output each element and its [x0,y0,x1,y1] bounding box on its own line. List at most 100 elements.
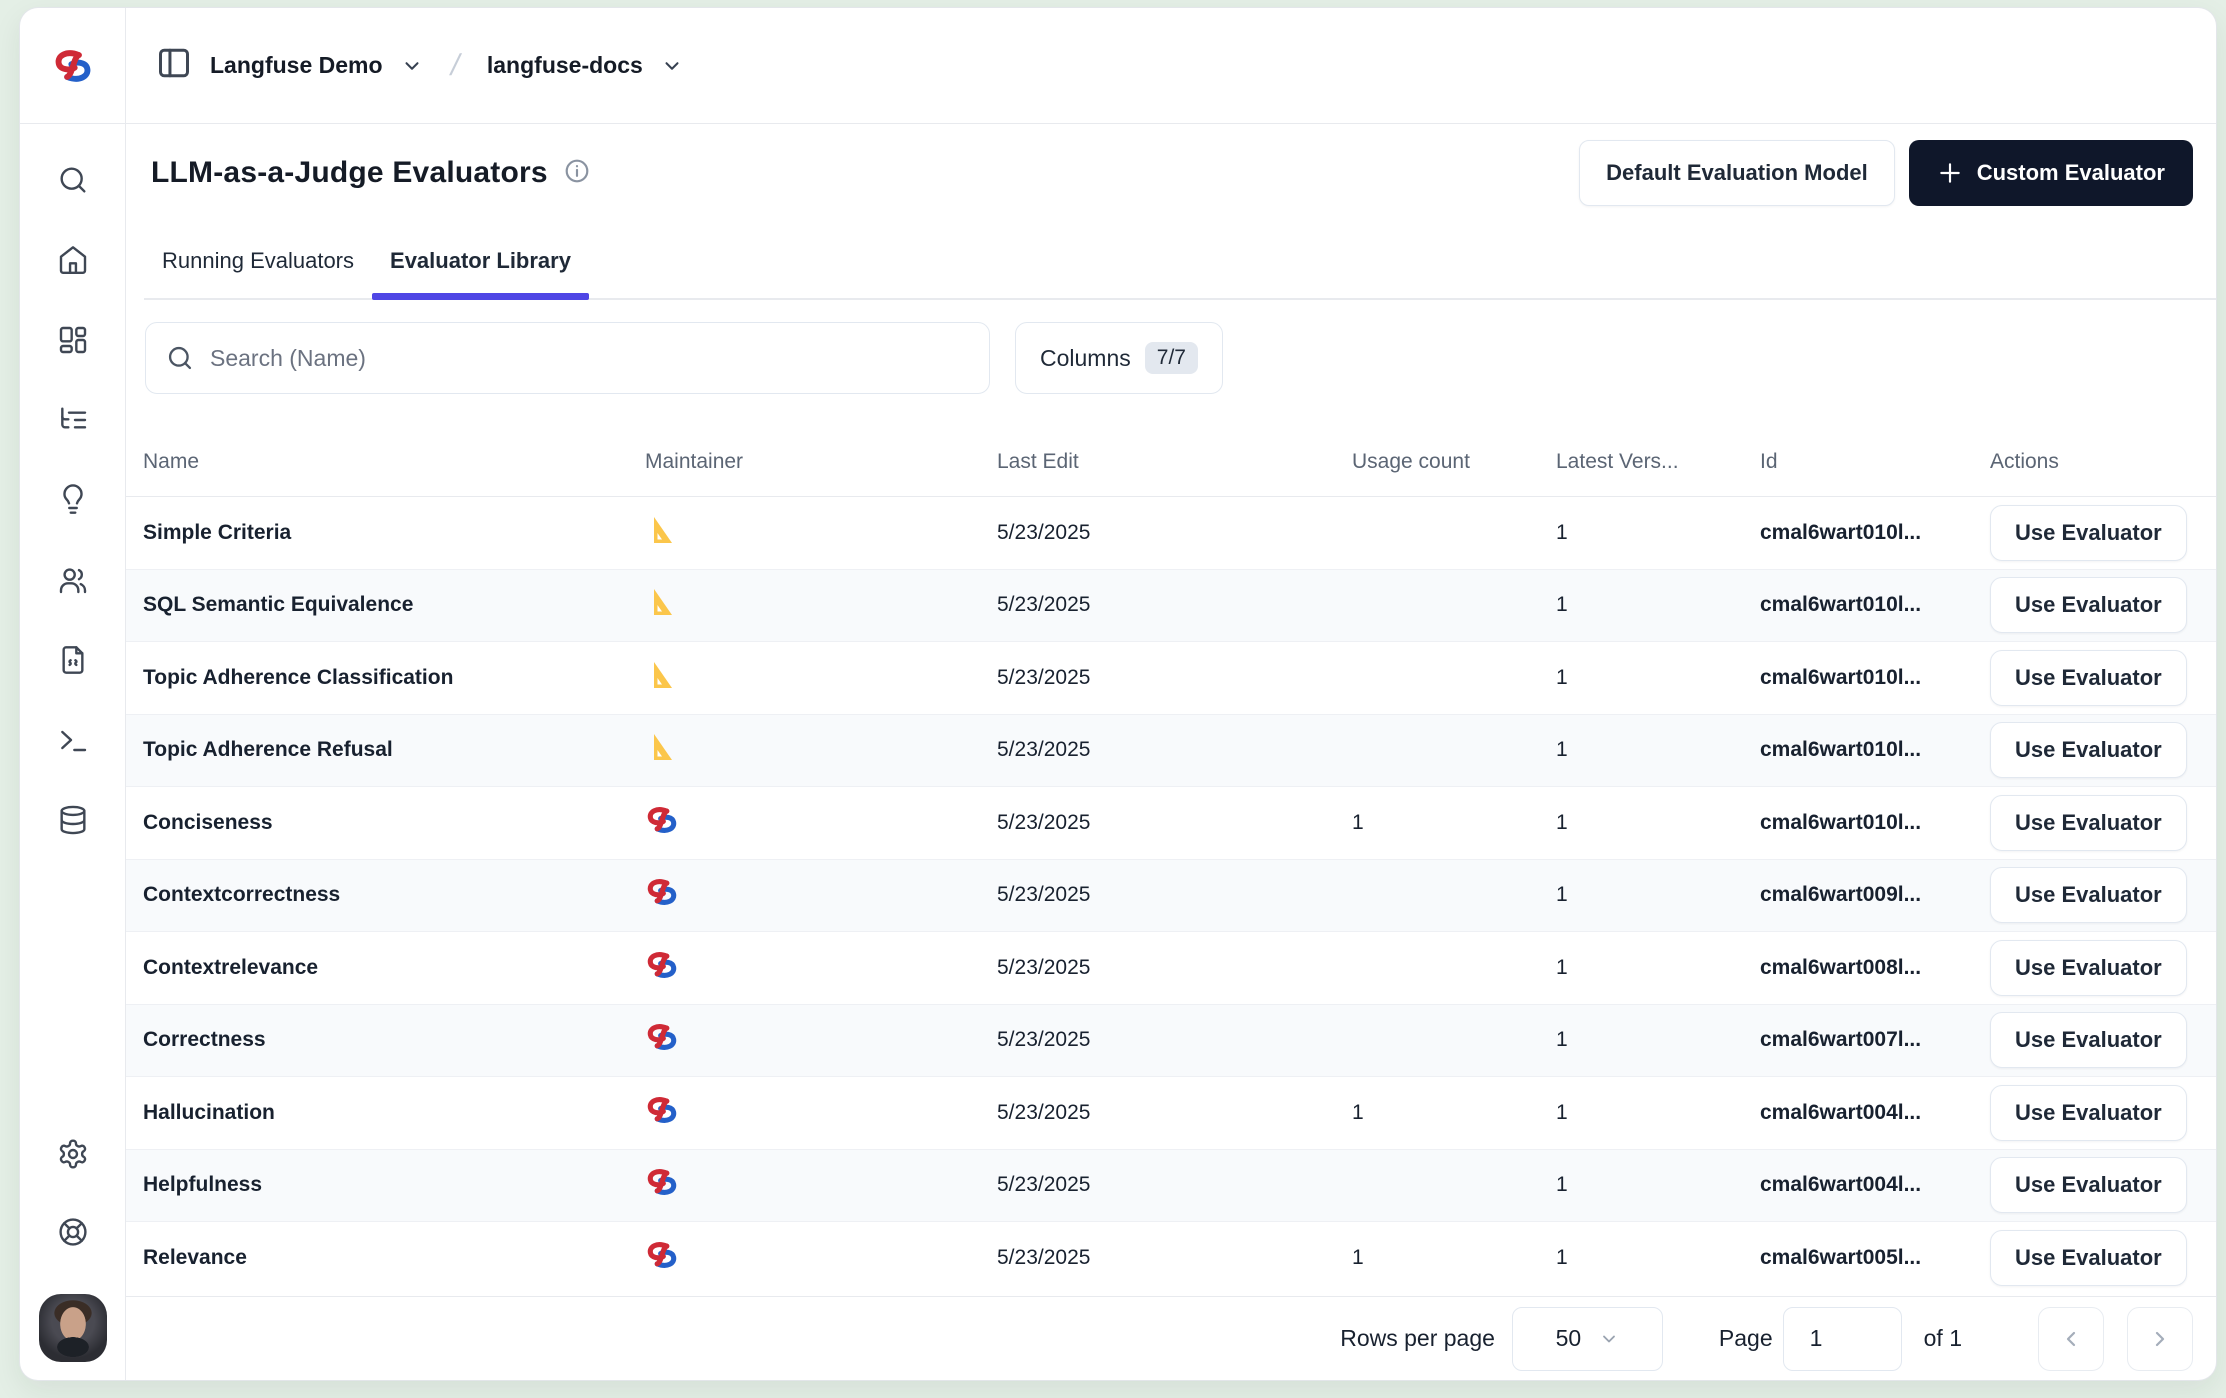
use-evaluator-button[interactable]: Use Evaluator [1990,867,2187,923]
home-icon[interactable] [57,244,89,276]
evaluator-id: cmal6wart008l... [1760,956,1990,980]
usage-count: 1 [1352,1246,1556,1270]
page-label: Page [1719,1325,1773,1352]
table-row[interactable]: Topic Adherence Refusal5/23/20251cmal6wa… [126,715,2216,788]
use-evaluator-button[interactable]: Use Evaluator [1990,1085,2187,1141]
page-number-input[interactable] [1783,1307,1902,1371]
columns-count-badge: 7/7 [1145,342,1198,374]
search-box [145,322,990,394]
tab-running-evaluators[interactable]: Running Evaluators [144,240,372,298]
chevron-down-icon[interactable] [661,55,683,77]
langfuse-logo[interactable] [20,8,125,124]
last-edit: 5/23/2025 [997,1246,1352,1270]
previous-page-button[interactable] [2038,1307,2104,1371]
actions-cell: Use Evaluator [1990,1157,2216,1213]
tabs: Running Evaluators Evaluator Library [144,240,2216,300]
evaluator-name: Contextrelevance [143,956,645,980]
last-edit: 5/23/2025 [997,521,1352,545]
table-row[interactable]: Contextcorrectness5/23/20251cmal6wart009… [126,860,2216,933]
table-row[interactable]: Hallucination5/23/202511cmal6wart004l...… [126,1077,2216,1150]
actions-cell: Use Evaluator [1990,1012,2216,1068]
last-edit: 5/23/2025 [997,1173,1352,1197]
maintainer-ragas-icon [645,513,997,553]
use-evaluator-button[interactable]: Use Evaluator [1990,940,2187,996]
users-icon[interactable] [57,564,89,596]
use-evaluator-button[interactable]: Use Evaluator [1990,650,2187,706]
evaluator-id: cmal6wart010l... [1760,811,1990,835]
column-header: Latest Vers... [1556,450,1760,474]
maintainer-langfuse-icon [645,1020,997,1060]
use-evaluator-button[interactable]: Use Evaluator [1990,1012,2187,1068]
tab-evaluator-library[interactable]: Evaluator Library [372,240,589,298]
sidebar-nav [20,124,125,1138]
user-avatar[interactable] [39,1294,107,1362]
latest-version: 1 [1556,1173,1760,1197]
default-evaluation-model-button[interactable]: Default Evaluation Model [1579,140,1895,206]
maintainer-ragas-icon [645,730,997,770]
use-evaluator-button[interactable]: Use Evaluator [1990,1157,2187,1213]
file-code-icon[interactable] [57,644,89,676]
chevron-left-icon [2059,1327,2083,1351]
latest-version: 1 [1556,593,1760,617]
use-evaluator-button[interactable]: Use Evaluator [1990,505,2187,561]
columns-button[interactable]: Columns 7/7 [1015,322,1223,394]
main-area: Langfuse Demo / langfuse-docs LLM-as-a-J… [126,8,2216,1380]
support-icon[interactable] [57,1216,89,1248]
next-page-button[interactable] [2127,1307,2193,1371]
app-window: Langfuse Demo / langfuse-docs LLM-as-a-J… [20,8,2216,1380]
settings-icon[interactable] [57,1138,89,1170]
info-icon[interactable] [564,158,590,189]
rows-per-page-select[interactable]: 50 [1512,1307,1663,1371]
evaluator-name: Conciseness [143,811,645,835]
latest-version: 1 [1556,521,1760,545]
maintainer-langfuse-icon [645,803,997,843]
chevron-down-icon[interactable] [401,55,423,77]
actions-cell: Use Evaluator [1990,722,2216,778]
maintainer-ragas-icon [645,658,997,698]
terminal-icon[interactable] [57,724,89,756]
dashboard-icon[interactable] [57,324,89,356]
evaluator-name: Helpfulness [143,1173,645,1197]
table-row[interactable]: Contextrelevance5/23/20251cmal6wart008l.… [126,932,2216,1005]
table-row[interactable]: Conciseness5/23/202511cmal6wart010l...Us… [126,787,2216,860]
use-evaluator-button[interactable]: Use Evaluator [1990,722,2187,778]
evaluator-name: Hallucination [143,1101,645,1125]
chevron-right-icon [2148,1327,2172,1351]
actions-cell: Use Evaluator [1990,940,2216,996]
table-row[interactable]: SQL Semantic Equivalence5/23/20251cmal6w… [126,570,2216,643]
column-header: Id [1760,450,1990,474]
maintainer-langfuse-icon [645,875,997,915]
evaluator-name: Simple Criteria [143,521,645,545]
search-icon[interactable] [57,164,89,196]
last-edit: 5/23/2025 [997,1101,1352,1125]
toolbar: Columns 7/7 [145,322,2193,394]
lightbulb-icon[interactable] [57,484,89,516]
evaluator-name: Topic Adherence Classification [143,666,645,690]
tracing-icon[interactable] [57,404,89,436]
table-row[interactable]: Correctness5/23/20251cmal6wart007l...Use… [126,1005,2216,1078]
last-edit: 5/23/2025 [997,1028,1352,1052]
breadcrumb-project[interactable]: langfuse-docs [487,52,643,79]
maintainer-langfuse-icon [645,1093,997,1133]
last-edit: 5/23/2025 [997,956,1352,980]
search-icon [166,344,194,372]
sidebar [20,8,126,1380]
last-edit: 5/23/2025 [997,593,1352,617]
table-body: Simple Criteria5/23/20251cmal6wart010l..… [126,497,2216,1296]
use-evaluator-button[interactable]: Use Evaluator [1990,577,2187,633]
pagination-footer: Rows per page 50 Page of 1 [126,1296,2216,1380]
database-icon[interactable] [57,804,89,836]
actions-cell: Use Evaluator [1990,505,2216,561]
breadcrumb-org[interactable]: Langfuse Demo [210,52,383,79]
table-row[interactable]: Helpfulness5/23/20251cmal6wart004l...Use… [126,1150,2216,1223]
table-row[interactable]: Relevance5/23/202511cmal6wart005l...Use … [126,1222,2216,1295]
search-input[interactable] [210,345,969,372]
use-evaluator-button[interactable]: Use Evaluator [1990,795,2187,851]
breadcrumb-separator: / [447,49,463,83]
table-row[interactable]: Topic Adherence Classification5/23/20251… [126,642,2216,715]
column-header: Usage count [1352,450,1556,474]
custom-evaluator-button[interactable]: Custom Evaluator [1909,140,2193,206]
table-row[interactable]: Simple Criteria5/23/20251cmal6wart010l..… [126,497,2216,570]
use-evaluator-button[interactable]: Use Evaluator [1990,1230,2187,1286]
sidebar-toggle-icon[interactable] [156,45,192,86]
